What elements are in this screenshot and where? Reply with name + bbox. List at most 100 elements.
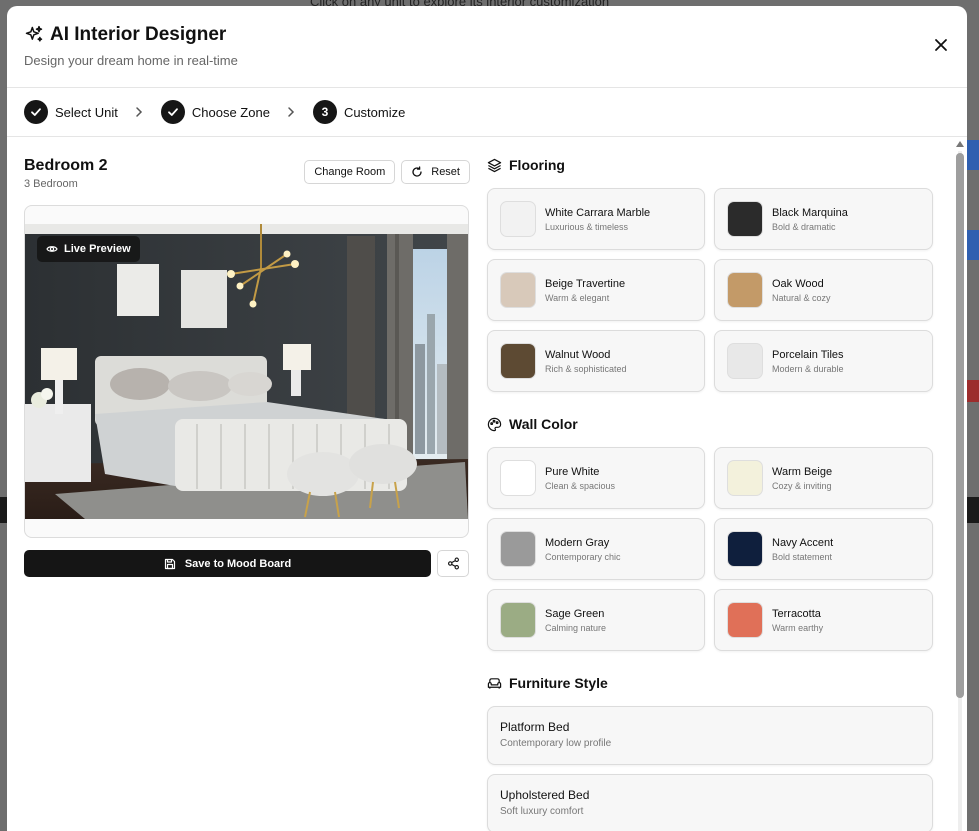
- option-name: Warm Beige: [772, 465, 833, 478]
- wall-option-pure-white[interactable]: Pure White Clean & spacious: [487, 447, 705, 509]
- backdrop-marker: [967, 380, 979, 402]
- option-name: Platform Bed: [500, 720, 570, 734]
- option-desc: Warm earthy: [772, 622, 824, 633]
- option-name: Terracotta: [772, 607, 821, 620]
- options-panel: Flooring White Carrara Marble Luxurious &…: [487, 137, 967, 831]
- backdrop-marker: [967, 140, 979, 170]
- preview-card: Live Preview: [24, 205, 469, 538]
- flooring-title: Flooring: [509, 157, 565, 173]
- bedroom-render: [25, 224, 468, 519]
- flooring-option-black-marquina[interactable]: Black Marquina Bold & dramatic: [714, 188, 933, 250]
- modal-body: Bedroom 2 3 Bedroom Change Room Reset Li…: [7, 137, 967, 831]
- swatch: [500, 460, 536, 496]
- option-name: Walnut Wood: [545, 348, 611, 361]
- wall-color-title: Wall Color: [509, 416, 578, 432]
- wall-option-warm-beige[interactable]: Warm Beige Cozy & inviting: [714, 447, 933, 509]
- swatch: [500, 201, 536, 237]
- check-icon: [160, 100, 185, 124]
- option-desc: Modern & durable: [772, 363, 844, 374]
- option-desc: Rich & sophisticated: [545, 363, 627, 374]
- step-customize[interactable]: 3 Customize: [312, 100, 405, 124]
- option-desc: Bold statement: [772, 551, 833, 562]
- furniture-option-upholstered-bed[interactable]: Upholstered Bed Soft luxury comfort: [487, 774, 933, 831]
- step-label: Choose Zone: [191, 104, 270, 120]
- option-name: Beige Travertine: [545, 277, 626, 290]
- wall-option-navy-accent[interactable]: Navy Accent Bold statement: [714, 518, 933, 580]
- option-desc: Soft luxury comfort: [500, 806, 584, 817]
- modal-title: AI Interior Designer: [50, 24, 227, 45]
- modal-subtitle: Design your dream home in real-time: [24, 53, 238, 68]
- option-desc: Natural & cozy: [772, 292, 831, 303]
- designer-modal: AI Interior Designer Design your dream h…: [7, 6, 967, 831]
- wall-option-modern-gray[interactable]: Modern Gray Contemporary chic: [487, 518, 705, 580]
- modal-header: AI Interior Designer Design your dream h…: [7, 6, 967, 88]
- option-desc: Contemporary chic: [545, 551, 621, 562]
- option-name: Navy Accent: [772, 536, 834, 549]
- reset-button[interactable]: Reset: [401, 160, 470, 184]
- step-choose-zone[interactable]: Choose Zone: [160, 100, 270, 124]
- sofa-icon: [487, 677, 502, 689]
- step-select-unit[interactable]: Select Unit: [24, 100, 118, 124]
- live-preview-label: Live Preview: [64, 243, 131, 255]
- room-preview-image: Live Preview: [25, 224, 468, 519]
- palette-icon: [487, 417, 502, 431]
- furniture-options: Platform Bed Contemporary low profile Up…: [487, 706, 967, 831]
- options-scrollbar[interactable]: [955, 141, 965, 831]
- wall-color-options: Pure White Clean & spacious Warm Beige Coz…: [487, 447, 967, 651]
- scroll-up-arrow-icon[interactable]: [956, 141, 964, 147]
- option-name: Upholstered Bed: [500, 788, 590, 802]
- option-name: Oak Wood: [772, 277, 824, 290]
- backdrop-strip-right: [967, 497, 979, 523]
- room-name: Bedroom 2: [24, 157, 108, 174]
- close-icon[interactable]: [933, 37, 949, 53]
- option-name: Black Marquina: [772, 206, 848, 219]
- option-name: Porcelain Tiles: [772, 348, 844, 361]
- flooring-option-beige-travertine[interactable]: Beige Travertine Warm & elegant: [487, 259, 705, 321]
- furniture-option-platform-bed[interactable]: Platform Bed Contemporary low profile: [487, 706, 933, 765]
- flooring-option-walnut-wood[interactable]: Walnut Wood Rich & sophisticated: [487, 330, 705, 392]
- flooring-option-white-carrara-marble[interactable]: White Carrara Marble Luxurious & timeless: [487, 188, 705, 250]
- option-desc: Contemporary low profile: [500, 738, 612, 749]
- swatch: [727, 272, 763, 308]
- wall-color-section-title: Wall Color: [487, 414, 967, 434]
- option-desc: Luxurious & timeless: [545, 221, 629, 232]
- refresh-icon: [412, 166, 422, 177]
- furniture-section-title: Furniture Style: [487, 673, 967, 693]
- sparkle-icon: [25, 25, 43, 42]
- swatch: [727, 201, 763, 237]
- wall-option-terracotta[interactable]: Terracotta Warm earthy: [714, 589, 933, 651]
- flooring-option-porcelain-tiles[interactable]: Porcelain Tiles Modern & durable: [714, 330, 933, 392]
- chevron-right-icon: [136, 107, 142, 117]
- wall-option-sage-green[interactable]: Sage Green Calming nature: [487, 589, 705, 651]
- scroll-thumb[interactable]: [956, 153, 964, 698]
- furniture-title: Furniture Style: [509, 675, 608, 691]
- room-type: 3 Bedroom: [24, 178, 78, 190]
- swatch: [727, 531, 763, 567]
- backdrop-marker: [967, 230, 979, 260]
- step-number: 3: [312, 100, 337, 124]
- preview-panel: Bedroom 2 3 Bedroom Change Room Reset Li…: [7, 137, 487, 831]
- save-icon: [164, 558, 175, 569]
- chevron-right-icon: [288, 107, 294, 117]
- step-label: Select Unit: [55, 104, 118, 120]
- share-button[interactable]: [437, 550, 469, 577]
- check-icon: [24, 100, 48, 124]
- swatch: [500, 531, 536, 567]
- swatch: [727, 602, 763, 638]
- option-desc: Calming nature: [545, 622, 607, 633]
- option-name: White Carrara Marble: [545, 206, 651, 219]
- option-name: Modern Gray: [545, 536, 610, 549]
- share-icon: [447, 557, 459, 570]
- option-desc: Warm & elegant: [545, 292, 610, 303]
- flooring-options: White Carrara Marble Luxurious & timeless…: [487, 188, 967, 392]
- flooring-section-title: Flooring: [487, 155, 967, 175]
- option-desc: Clean & spacious: [545, 480, 616, 491]
- reset-label: Reset: [431, 166, 460, 178]
- change-room-button[interactable]: Change Room: [304, 160, 396, 184]
- live-preview-badge: Live Preview: [37, 236, 140, 262]
- save-to-mood-board-button[interactable]: Save to Mood Board: [24, 550, 431, 577]
- swatch: [500, 343, 536, 379]
- layers-icon: [487, 158, 502, 172]
- flooring-option-oak-wood[interactable]: Oak Wood Natural & cozy: [714, 259, 933, 321]
- stepper: Select Unit Choose Zone 3 Customize: [7, 88, 967, 137]
